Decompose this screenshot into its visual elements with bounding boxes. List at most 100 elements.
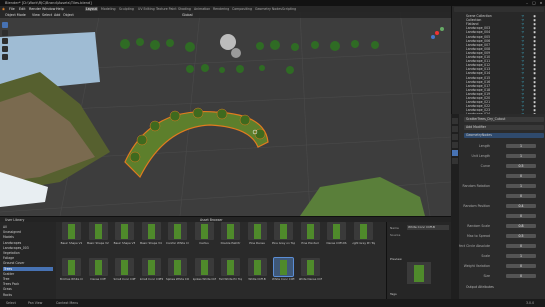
- modifier-header[interactable]: GeometryNodes: [464, 133, 544, 138]
- catalog-item[interactable]: Landscapes_003: [3, 246, 29, 250]
- asset-tile[interactable]: Pine Grey on Top: [272, 222, 295, 249]
- asset-tile[interactable]: Cactus: [193, 222, 216, 249]
- asset-tile[interactable]: Basic Shape V1: [60, 222, 83, 249]
- blender-logo-icon[interactable]: ◉: [2, 7, 5, 11]
- tab-shading[interactable]: Shading: [177, 7, 192, 11]
- asset-tile[interactable]: White Dense Cliff2: [299, 258, 322, 285]
- tab-modeling[interactable]: Modeling: [100, 7, 117, 11]
- asset-tile[interactable]: Basic Shape V2: [87, 222, 110, 249]
- tab-sculpting[interactable]: Sculpting: [118, 7, 135, 11]
- asset-tile[interactable]: Small Conc Cliff: [113, 258, 136, 285]
- add-modifier-button[interactable]: Add Modifier: [464, 125, 544, 130]
- catalog-item[interactable]: Rocks: [3, 293, 12, 297]
- object-name-field[interactable]: ScatterTrees_Dry_Cutout: [464, 117, 544, 122]
- asset-tile[interactable]: Dense Cliff-DS: [325, 222, 348, 249]
- catalog-item[interactable]: Landscapes: [3, 241, 21, 245]
- tab-rendering[interactable]: Rendering: [212, 7, 230, 11]
- menu-help[interactable]: Help: [56, 7, 64, 11]
- asset-tile[interactable]: White Conc Cliff-B: [272, 257, 295, 285]
- catalog-item[interactable]: Foliage: [3, 256, 14, 260]
- menu-add[interactable]: Add: [54, 13, 60, 17]
- output-attributes-panel[interactable]: Output Attributes: [466, 285, 494, 289]
- asset-tile[interactable]: Basic Shape V4: [140, 222, 163, 249]
- asset-tile[interactable]: Light Grey Pri Top: [352, 222, 375, 249]
- cursor-tool-icon[interactable]: [2, 30, 8, 36]
- catalog-item[interactable]: All: [3, 225, 7, 229]
- output-tab-icon[interactable]: [452, 134, 458, 140]
- input-value-field[interactable]: 0: [506, 264, 536, 268]
- asset-tile[interactable]: Tall White Pri Top: [219, 258, 242, 285]
- input-value-field[interactable]: 1: [506, 144, 536, 148]
- input-value-field[interactable]: 1: [506, 254, 536, 258]
- select-tool-icon[interactable]: [2, 22, 8, 28]
- input-value-field[interactable]: 0: [506, 214, 536, 218]
- tool-tab-icon[interactable]: [452, 118, 458, 124]
- asset-name-field[interactable]: White Conc Cliff-B: [407, 225, 449, 230]
- tab-compositing[interactable]: Compositing: [231, 7, 253, 11]
- tab-uv-editing[interactable]: UV Editing: [137, 7, 156, 11]
- minimize-button[interactable]: –: [524, 1, 530, 5]
- catalog-item[interactable]: Models: [3, 235, 14, 239]
- tab-geometry-nodes[interactable]: Geometry Nodes: [254, 7, 283, 11]
- catalog-item[interactable]: Vegetation: [3, 251, 20, 255]
- maximize-button[interactable]: □: [531, 1, 537, 5]
- input-value-field[interactable]: 0.8: [506, 224, 536, 228]
- tab-texture-paint[interactable]: Texture Paint: [155, 7, 178, 11]
- scene-tab-icon[interactable]: [452, 142, 458, 148]
- tags-panel[interactable]: Tags: [390, 292, 397, 296]
- input-label: Perfect Circle Absolute: [453, 244, 490, 248]
- catalog-item[interactable]: Ground Cover: [3, 261, 24, 265]
- menu-view[interactable]: View: [32, 13, 40, 17]
- scale-tool-icon[interactable]: [2, 54, 8, 60]
- catalog-item[interactable]: Scatter: [3, 272, 14, 276]
- catalog-item[interactable]: Tree: [3, 277, 9, 281]
- material-tab-icon[interactable]: [452, 158, 458, 164]
- asset-tile[interactable]: Double Palmtr: [219, 222, 242, 249]
- asset-tile[interactable]: Dense Cliff: [87, 258, 110, 285]
- asset-tile[interactable]: Spikes White Cliff: [166, 258, 189, 285]
- orientation-dropdown[interactable]: Global: [182, 13, 193, 17]
- input-value-field[interactable]: 0: [506, 194, 536, 198]
- asset-tile[interactable]: Birches White Cliff: [60, 258, 83, 285]
- modifier-tab-icon[interactable]: [452, 150, 458, 156]
- catalog-item[interactable]: Grass: [3, 287, 12, 291]
- catalog-item[interactable]: Unassigned: [3, 230, 21, 234]
- tab-layout[interactable]: Layout: [85, 7, 98, 11]
- move-tool-icon[interactable]: [2, 38, 8, 44]
- outliner-search-input[interactable]: [454, 7, 544, 12]
- menu-window[interactable]: Window: [42, 7, 55, 11]
- menu-file[interactable]: File: [9, 7, 15, 11]
- asset-tile[interactable]: Conifer White Cliff: [166, 222, 189, 249]
- tab-animation[interactable]: Animation: [193, 7, 211, 11]
- rotate-tool-icon[interactable]: [2, 46, 8, 52]
- asset-tile[interactable]: White Cliff-B: [246, 258, 269, 285]
- input-value-field[interactable]: 1: [506, 154, 536, 158]
- menu-object[interactable]: Object: [63, 13, 74, 17]
- menu-edit[interactable]: Edit: [19, 7, 26, 11]
- catalog-item[interactable]: Trees Pack: [3, 282, 19, 286]
- preview-panel[interactable]: Preview: [390, 257, 402, 261]
- input-value-field[interactable]: 0.5: [506, 234, 536, 238]
- render-tab-icon[interactable]: [452, 126, 458, 132]
- asset-tile[interactable]: Small Conc Cliff2: [140, 258, 163, 285]
- input-value-field[interactable]: 0: [506, 244, 536, 248]
- library-dropdown[interactable]: User Library: [5, 218, 24, 222]
- menu-render[interactable]: Render: [29, 7, 41, 11]
- input-value-field[interactable]: 1: [506, 184, 536, 188]
- input-value-field[interactable]: 0: [506, 274, 536, 278]
- asset-tile[interactable]: Pine Dense: [246, 222, 269, 249]
- asset-tile[interactable]: Spikes White Cliff-B: [193, 258, 216, 285]
- input-value-field[interactable]: 0.4: [506, 204, 536, 208]
- menu-select[interactable]: Select: [42, 13, 52, 17]
- navigation-gizmo[interactable]: [428, 24, 446, 42]
- catalog-item[interactable]: Trees: [3, 266, 53, 271]
- asset-tile[interactable]: Basic Shape V3: [113, 222, 136, 249]
- modifier-input-row: 0: [466, 214, 545, 219]
- tab-scripting[interactable]: Scripting: [281, 7, 297, 11]
- asset-tile[interactable]: Pine Pointed: [299, 222, 322, 249]
- 3d-viewport[interactable]: Object Mode View Select Add Object Globa…: [0, 12, 451, 216]
- input-value-field[interactable]: 0: [506, 174, 536, 178]
- close-button[interactable]: ×: [538, 1, 544, 5]
- mode-dropdown[interactable]: Object Mode: [5, 13, 26, 17]
- input-value-field[interactable]: 0.5: [506, 164, 536, 168]
